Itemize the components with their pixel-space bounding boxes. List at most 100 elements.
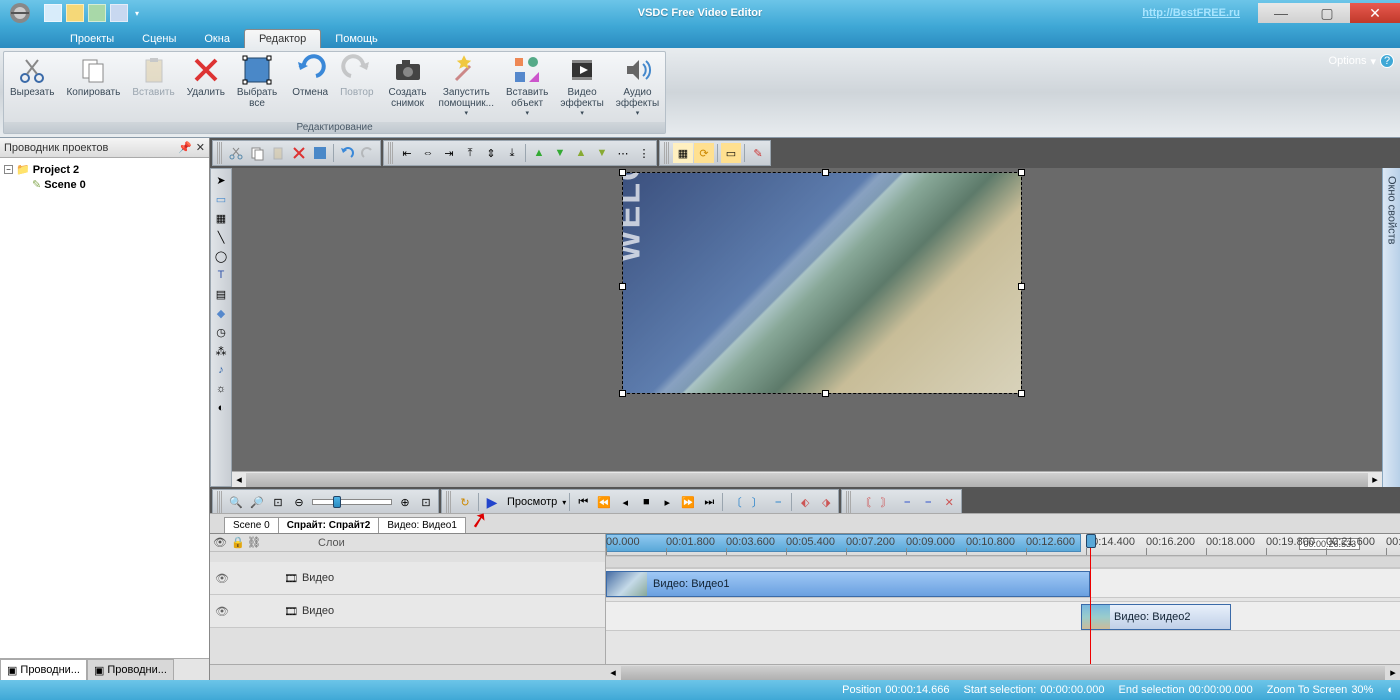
goto-start-icon[interactable]: ⏮ <box>573 492 593 512</box>
keyframe-prev-icon[interactable]: ⬖ <box>795 492 815 512</box>
menu-windows[interactable]: Окна <box>190 30 244 48</box>
eye-icon[interactable]: 👁 <box>210 572 234 585</box>
resize-handle[interactable] <box>619 283 626 290</box>
video-clip-1[interactable]: Видео: Видео1 <box>606 571 1090 597</box>
distribute-h-icon[interactable]: ⋯ <box>613 143 633 163</box>
zoom-out-icon[interactable]: 🔎 <box>247 492 267 512</box>
select-all-icon[interactable] <box>310 143 330 163</box>
marker5-icon[interactable]: ✕ <box>939 492 959 512</box>
marker2-icon[interactable]: 〙 <box>876 492 896 512</box>
chevron-down-icon[interactable]: ▾ <box>562 498 566 507</box>
chart-tool-icon[interactable]: ▤ <box>212 285 230 303</box>
loop-icon[interactable]: ↻ <box>455 492 475 512</box>
goto-end-icon[interactable]: ⏭ <box>699 492 719 512</box>
video-effects-button[interactable]: Видео эффекты▾ <box>554 52 609 122</box>
text-tool-icon[interactable]: T <box>212 266 230 284</box>
menu-help[interactable]: Помощь <box>321 30 392 48</box>
resize-handle[interactable] <box>1018 283 1025 290</box>
toolbar-grip-icon[interactable] <box>446 491 452 513</box>
prev-frame-icon[interactable]: ◂ <box>615 492 635 512</box>
qat-open-icon[interactable] <box>66 4 84 22</box>
tree-project-node[interactable]: − 📁 Project 2 <box>4 162 205 177</box>
audio-effects-button[interactable]: Аудио эффекты▾ <box>610 52 665 122</box>
align-left-icon[interactable]: ⇤ <box>397 143 417 163</box>
mark-in-icon[interactable]: 〔 <box>726 492 746 512</box>
status-help-icon[interactable]: ◐ <box>1387 684 1394 696</box>
close-button[interactable]: ✕ <box>1350 3 1400 23</box>
visibility-column-icon[interactable]: 👁 <box>210 536 230 549</box>
arrow-up2-icon[interactable]: ▲ <box>571 143 591 163</box>
align-right-icon[interactable]: ⇥ <box>439 143 459 163</box>
marker3-icon[interactable]: ⎯ <box>897 492 917 512</box>
selected-object[interactable]: WELCOME <box>622 172 1022 394</box>
play-icon[interactable]: ▶ <box>482 492 502 512</box>
undo-button[interactable]: Отмена <box>286 52 334 122</box>
timeline-track-row-1[interactable]: 👁 🎞 Видео <box>210 562 605 595</box>
select-all-button[interactable]: Выбрать все <box>231 52 283 122</box>
panel-close-icon[interactable]: ✕ <box>196 141 205 154</box>
copy-icon[interactable] <box>247 143 267 163</box>
layer-icon[interactable]: ▭ <box>721 143 741 163</box>
split-icon[interactable]: ⎯ <box>768 492 788 512</box>
wizard-button[interactable]: Запустить помощник...▾ <box>433 52 500 122</box>
toolbar-grip-icon[interactable] <box>217 491 223 513</box>
menu-projects[interactable]: Проекты <box>56 30 128 48</box>
panel-tab-2[interactable]: ▣Проводни... <box>87 659 174 680</box>
redo-icon[interactable] <box>358 143 378 163</box>
cut-icon[interactable] <box>226 143 246 163</box>
mask-tool-icon[interactable]: ◐ <box>212 399 230 417</box>
image-tool-icon[interactable]: ▦ <box>212 209 230 227</box>
resize-handle[interactable] <box>1018 169 1025 176</box>
zoom-100-icon[interactable]: ⊡ <box>416 492 436 512</box>
minimize-button[interactable]: — <box>1258 3 1304 23</box>
maximize-button[interactable]: ▢ <box>1304 3 1350 23</box>
pencil-icon[interactable]: ✎ <box>748 143 768 163</box>
tree-scene-node[interactable]: ✎ Scene 0 <box>4 177 205 192</box>
undo-icon[interactable] <box>337 143 357 163</box>
link-column-icon[interactable]: ⛓ <box>246 536 262 549</box>
zoom-minus-icon[interactable]: ⊖ <box>289 492 309 512</box>
arrow-up-icon[interactable]: ▲ <box>529 143 549 163</box>
insert-object-button[interactable]: Вставить объект▾ <box>500 52 554 122</box>
marker1-icon[interactable]: 〘 <box>855 492 875 512</box>
shape-tool-icon[interactable]: ◆ <box>212 304 230 322</box>
timeline-tab-video[interactable]: Видео: Видео1 <box>378 517 466 533</box>
zoom-in-icon[interactable]: 🔍 <box>226 492 246 512</box>
lock-column-icon[interactable]: 🔒 <box>230 536 246 549</box>
counter-tool-icon[interactable]: ☼ <box>212 380 230 398</box>
menu-scenes[interactable]: Сцены <box>128 30 190 48</box>
timeline-track-row-2[interactable]: 👁 🎞 Видео <box>210 595 605 628</box>
align-middle-icon[interactable]: ⇕ <box>481 143 501 163</box>
spray-tool-icon[interactable]: ⁂ <box>212 342 230 360</box>
timeline-tab-sprite[interactable]: Спрайт: Спрайт2 <box>278 517 380 533</box>
project-tree[interactable]: − 📁 Project 2 ✎ Scene 0 <box>0 158 209 658</box>
panel-tab-1[interactable]: ▣Проводни... <box>0 659 87 680</box>
qat-dropdown-icon[interactable]: ▾ <box>132 9 142 18</box>
track-segment-2[interactable]: Видео: Видео2 <box>606 601 1400 631</box>
toolbar-grip-icon[interactable] <box>217 142 223 164</box>
align-bottom-icon[interactable]: ⤓ <box>502 143 522 163</box>
delete-icon[interactable] <box>289 143 309 163</box>
paste-icon[interactable] <box>268 143 288 163</box>
pin-icon[interactable]: 📌 <box>178 141 192 154</box>
align-top-icon[interactable]: ⤒ <box>460 143 480 163</box>
tree-collapse-icon[interactable]: − <box>4 165 13 174</box>
music-tool-icon[interactable]: ♪ <box>212 361 230 379</box>
status-zoom[interactable]: Zoom To Screen30% <box>1267 684 1374 696</box>
keyframe-next-icon[interactable]: ⬗ <box>816 492 836 512</box>
pointer-tool-icon[interactable]: ➤ <box>212 171 230 189</box>
zoom-fit-icon[interactable]: ⊡ <box>268 492 288 512</box>
snapshot-button[interactable]: Создать снимок <box>383 52 433 122</box>
distribute-v-icon[interactable]: ⋮ <box>634 143 654 163</box>
toolbar-grip-icon[interactable] <box>664 142 670 164</box>
track-segment-1[interactable]: Видео: Видео1 <box>606 568 1400 598</box>
ellipse-tool-icon[interactable]: ◯ <box>212 247 230 265</box>
resize-handle[interactable] <box>1018 390 1025 397</box>
clock-tool-icon[interactable]: ◷ <box>212 323 230 341</box>
mark-out-icon[interactable]: 〕 <box>747 492 767 512</box>
timeline-h-scrollbar[interactable]: ◂ ▸ <box>210 664 1400 680</box>
cut-button[interactable]: Вырезать <box>4 52 60 122</box>
timeline-ruler[interactable]: 00:00:26.533 00.00000:01.80000:03.60000:… <box>606 534 1400 556</box>
menu-editor[interactable]: Редактор <box>244 29 321 48</box>
grid-icon[interactable]: ▦ <box>673 143 693 163</box>
